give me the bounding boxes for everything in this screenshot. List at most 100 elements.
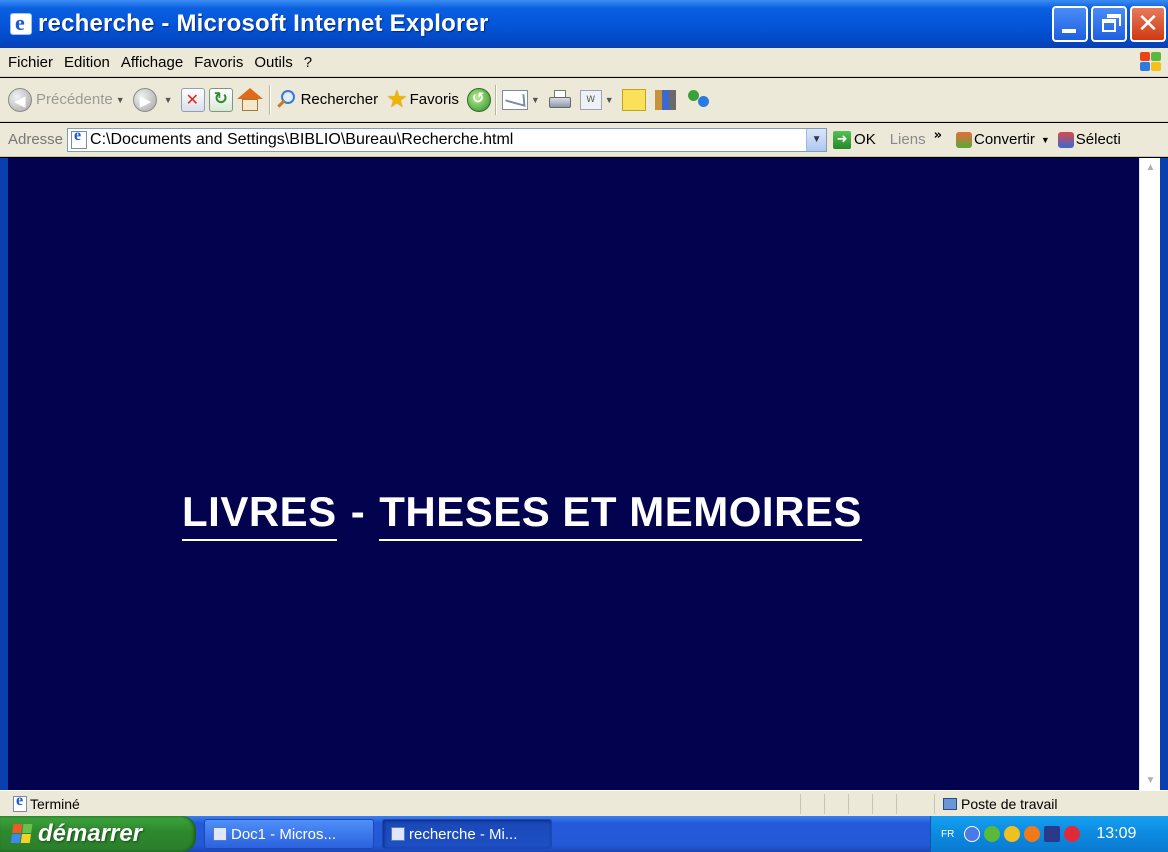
back-arrow-icon: ◀	[8, 87, 32, 112]
select-label: Sélecti	[1075, 131, 1121, 148]
menu-affichage[interactable]: Affichage	[121, 54, 183, 71]
tray-security-icon[interactable]	[1064, 826, 1081, 842]
window-controls: ✕	[1052, 6, 1166, 42]
menu-edition[interactable]: Edition	[64, 54, 110, 71]
vertical-scrollbar[interactable]: ▲ ▼	[1139, 158, 1160, 790]
ie-icon	[10, 10, 32, 36]
security-zone: Poste de travail	[934, 793, 1058, 814]
select-button[interactable]: Sélecti	[1057, 131, 1121, 148]
task-label: recherche - Mi...	[409, 825, 518, 843]
tray-network-icon[interactable]	[984, 826, 1001, 842]
taskbar-button-recherche[interactable]: recherche - Mi...	[382, 819, 552, 849]
tray-monitor-icon[interactable]	[1044, 826, 1061, 842]
forward-button[interactable]: ▶ ▼	[132, 87, 173, 112]
favorites-label: Favoris	[409, 91, 459, 108]
chevron-down-icon[interactable]: ▼	[164, 95, 173, 105]
forward-arrow-icon: ▶	[132, 87, 157, 112]
tray-star-icon[interactable]	[1004, 826, 1021, 842]
back-button[interactable]: ◀ Précédente ▼	[8, 87, 125, 112]
status-cell	[896, 793, 920, 814]
menu-outils[interactable]: Outils	[254, 54, 292, 71]
chevron-down-icon[interactable]: ▼	[1041, 135, 1050, 145]
status-cell	[824, 793, 848, 814]
status-bar: Terminé Poste de travail	[0, 790, 1168, 816]
menu-favoris[interactable]: Favoris	[194, 54, 243, 71]
toolbar-separator	[494, 84, 496, 115]
minimize-button[interactable]	[1052, 6, 1088, 42]
address-url[interactable]: C:\Documents and Settings\BIBLIO\Bureau\…	[90, 131, 513, 149]
status-cell	[872, 793, 896, 814]
link-theses-memoires[interactable]: THESES ET MEMOIRES	[379, 488, 862, 541]
search-icon	[276, 89, 298, 111]
computer-icon	[943, 797, 957, 810]
taskbar-button-doc1[interactable]: Doc1 - Micros...	[204, 819, 374, 849]
mail-button[interactable]: ▼	[501, 89, 540, 110]
clock: 13:09	[1096, 825, 1137, 842]
scroll-up-icon[interactable]: ▲	[1141, 158, 1160, 177]
chevron-down-icon[interactable]: ▼	[531, 95, 540, 105]
language-indicator[interactable]: FR	[941, 829, 954, 840]
zone-label: Poste de travail	[961, 795, 1058, 812]
go-button[interactable]: ➜ OK	[833, 130, 876, 149]
edit-button[interactable]: W ▼	[579, 89, 614, 110]
system-tray: FR 13:09	[930, 816, 1168, 852]
select-icon	[1057, 131, 1074, 148]
page-content: LIVRES - THESES ET MEMOIRES	[8, 158, 1139, 790]
status-text-area: Terminé	[0, 792, 800, 812]
status-cell	[848, 793, 872, 814]
back-label: Précédente	[36, 91, 113, 108]
toolbar-separator	[268, 84, 270, 115]
ie-icon	[391, 827, 405, 841]
stop-button[interactable]	[180, 87, 205, 112]
refresh-button[interactable]	[208, 87, 233, 112]
page-icon	[71, 127, 88, 149]
favorites-button[interactable]: ★ Favoris	[386, 85, 459, 114]
restore-button[interactable]	[1091, 6, 1127, 42]
tray-app-icon[interactable]	[1024, 826, 1041, 842]
edit-icon: W	[579, 89, 602, 110]
scroll-down-icon[interactable]: ▼	[1141, 771, 1160, 790]
address-input[interactable]: C:\Documents and Settings\BIBLIO\Bureau\…	[67, 127, 828, 152]
link-livres[interactable]: LIVRES	[182, 488, 337, 541]
start-button[interactable]: démarrer	[0, 816, 196, 852]
convert-button[interactable]: Convertir ▼	[955, 131, 1050, 148]
chevron-down-icon[interactable]: ▼	[116, 95, 125, 105]
task-label: Doc1 - Micros...	[231, 825, 337, 843]
status-text: Terminé	[30, 795, 80, 812]
convert-icon	[955, 131, 972, 148]
go-label: OK	[854, 131, 876, 148]
mail-icon	[501, 89, 528, 110]
status-cell	[800, 793, 824, 814]
close-icon: ✕	[1137, 9, 1159, 39]
links-toolbar[interactable]: Liens	[890, 131, 926, 148]
taskbar: démarrer Doc1 - Micros... recherche - Mi…	[0, 816, 1168, 852]
tray-expand-icon[interactable]	[964, 826, 981, 842]
toolbar-chevron[interactable]: »	[934, 128, 942, 143]
chevron-down-icon[interactable]: ▼	[605, 95, 614, 105]
search-button[interactable]: Rechercher	[276, 89, 378, 111]
address-dropdown-button[interactable]: ▼	[806, 128, 827, 151]
research-button[interactable]	[654, 88, 678, 112]
minimize-icon	[1062, 29, 1076, 33]
menu-fichier[interactable]: Fichier	[8, 54, 53, 71]
print-button[interactable]	[548, 89, 572, 110]
home-button[interactable]	[236, 87, 263, 112]
windows-logo-icon	[1138, 51, 1162, 73]
go-arrow-icon: ➜	[833, 130, 852, 149]
standard-toolbar: ◀ Précédente ▼ ▶ ▼ Rechercher ★ Favoris …	[0, 78, 1168, 122]
headline-separator: -	[350, 488, 366, 535]
address-bar: Adresse C:\Documents and Settings\BIBLIO…	[0, 123, 1168, 157]
title-bar[interactable]: recherche - Microsoft Internet Explorer …	[0, 0, 1168, 48]
close-button[interactable]: ✕	[1130, 6, 1166, 42]
word-icon	[213, 827, 227, 841]
note-button[interactable]	[621, 88, 646, 111]
windows-flag-icon	[10, 824, 34, 844]
window-frame-right	[1160, 158, 1168, 790]
messenger-button[interactable]	[686, 88, 712, 112]
window-title: recherche - Microsoft Internet Explorer	[38, 10, 489, 37]
convert-label: Convertir	[973, 131, 1035, 148]
history-button[interactable]	[466, 87, 491, 112]
menu-help[interactable]: ?	[304, 54, 312, 71]
star-icon: ★	[386, 86, 408, 113]
status-page-icon	[13, 792, 27, 812]
